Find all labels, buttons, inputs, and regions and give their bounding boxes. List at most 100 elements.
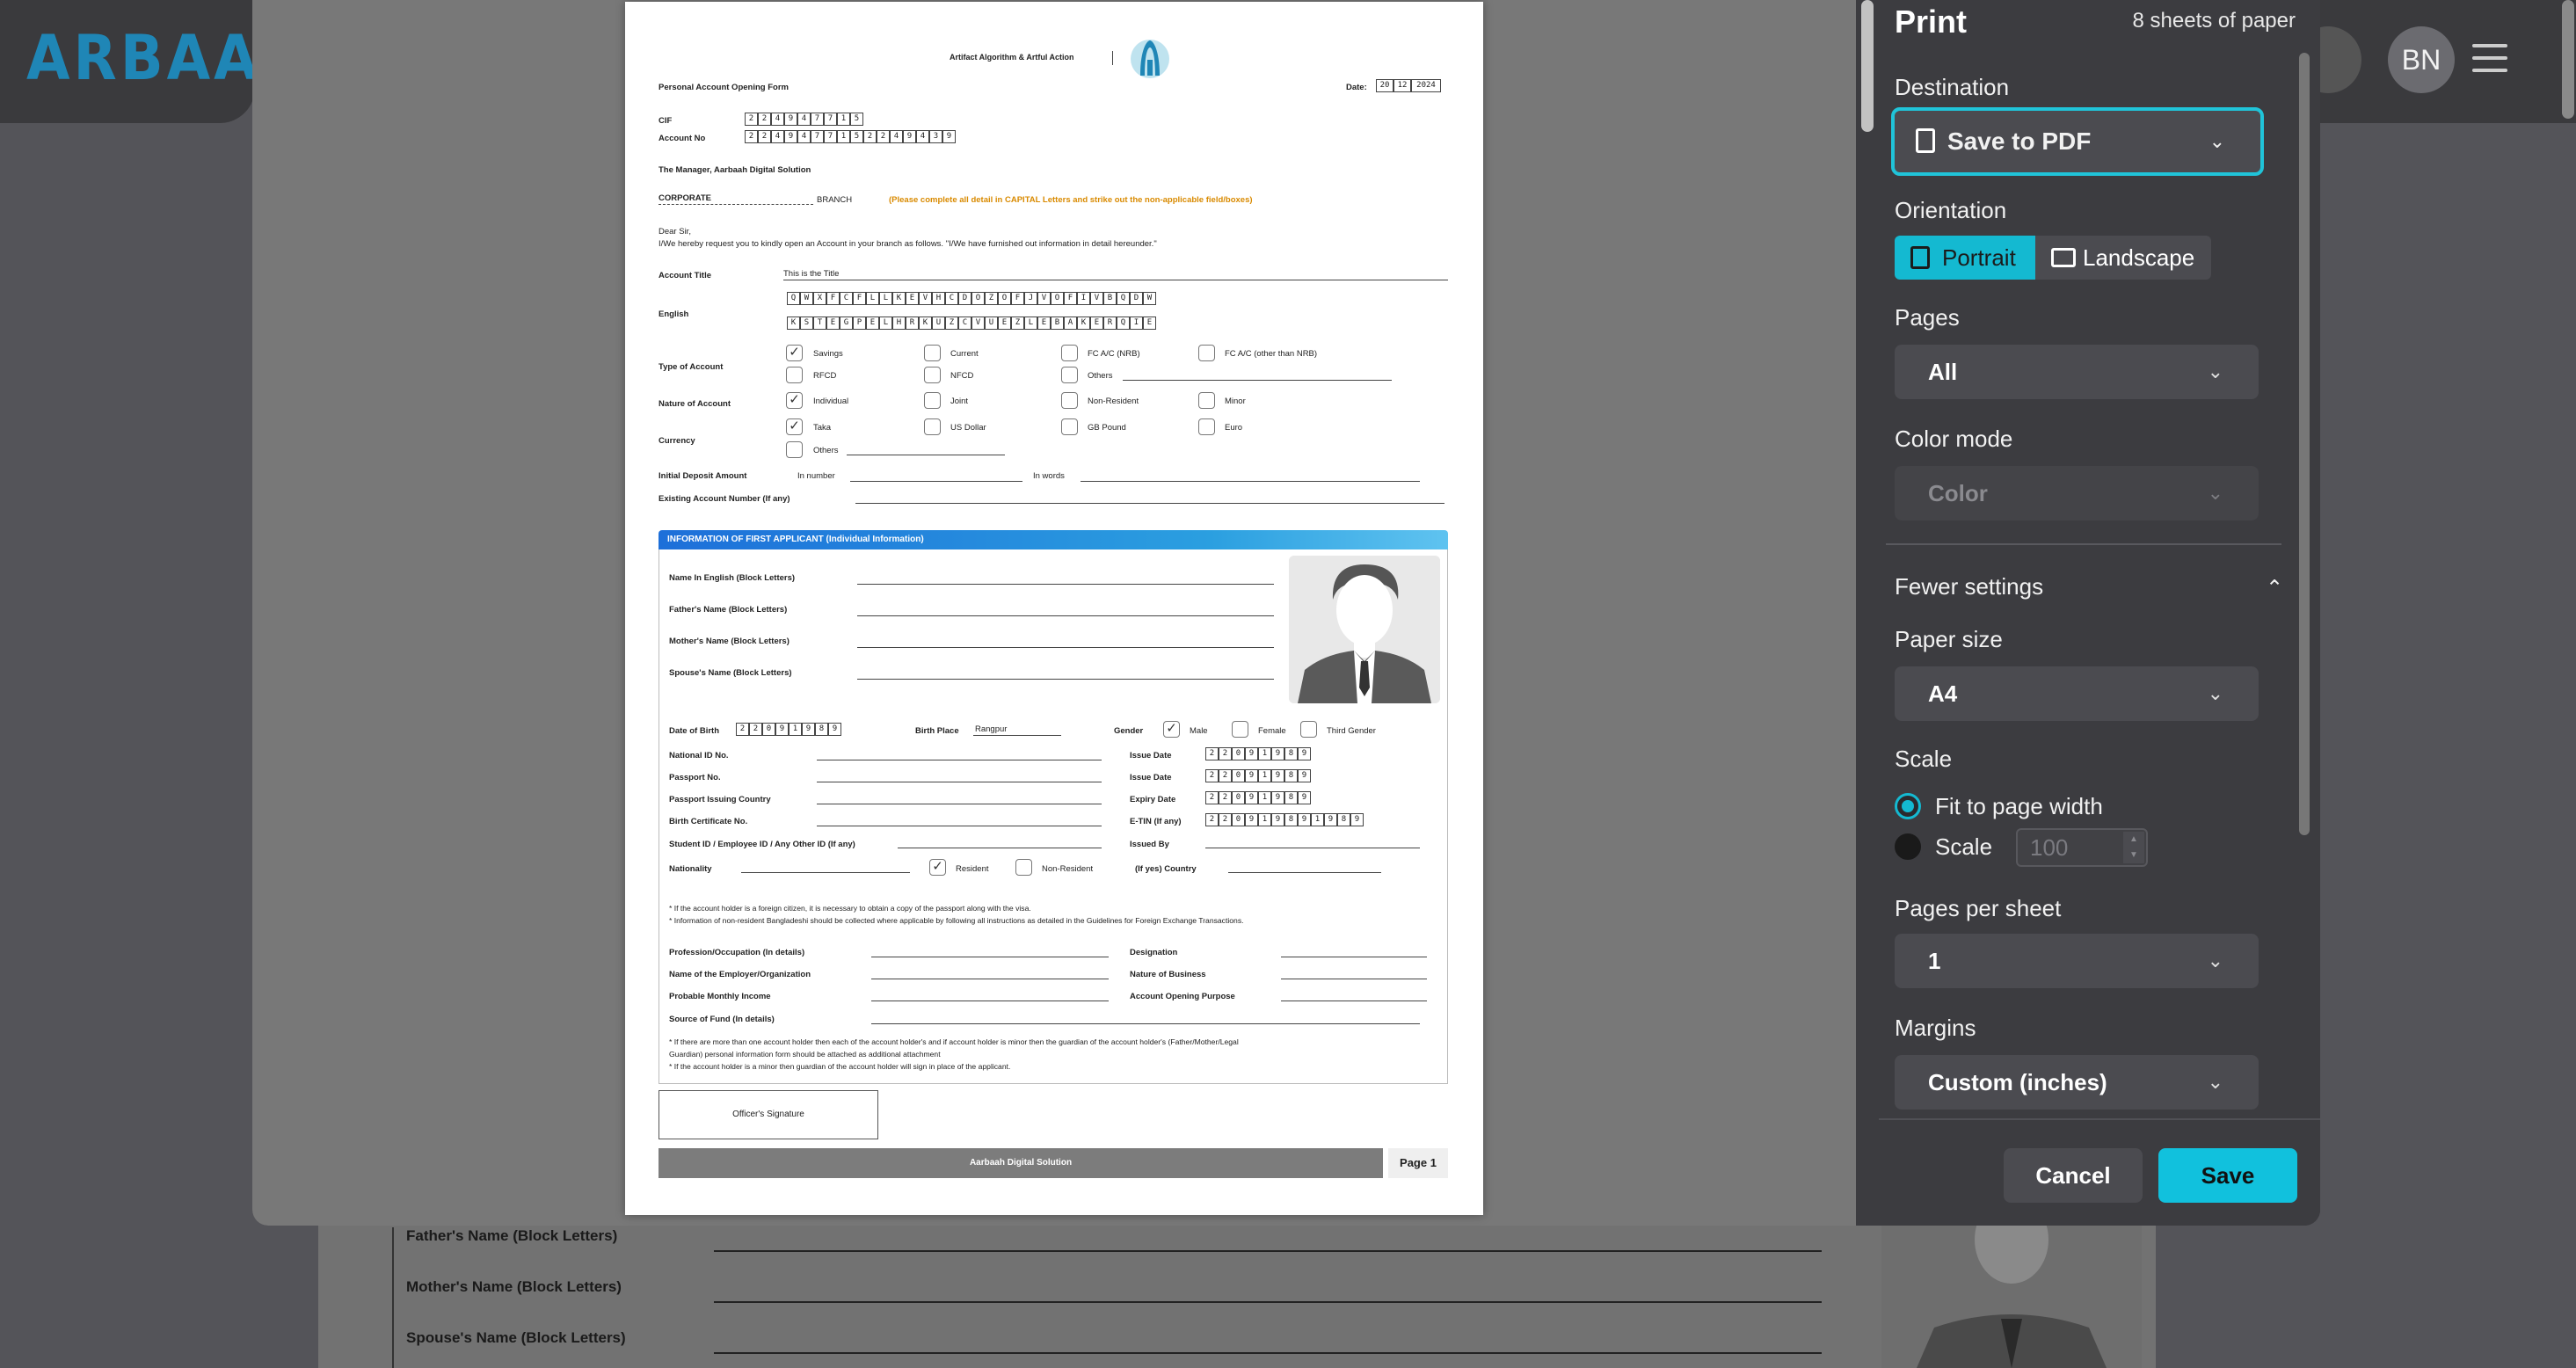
digit-box: 9 xyxy=(1245,747,1258,760)
digit-box: 2 xyxy=(863,130,877,143)
digit-box: K xyxy=(919,317,932,330)
spouses-name-label: Spouse's Name (Block Letters) xyxy=(669,668,792,678)
checkbox-third-gender[interactable] xyxy=(1300,721,1317,738)
digit-box: 1 xyxy=(1311,813,1324,826)
note-multiple-holders: * If there are more than one account hol… xyxy=(669,1037,1239,1046)
save-button[interactable]: Save xyxy=(2158,1148,2297,1203)
option-usd: US Dollar xyxy=(950,423,986,433)
digit-box: L xyxy=(1024,317,1037,330)
source-of-fund-label: Source of Fund (In details) xyxy=(669,1015,775,1024)
digit-box: 9 xyxy=(1324,813,1337,826)
expiry-date-label: Expiry Date xyxy=(1130,795,1176,804)
custom-scale-radio[interactable] xyxy=(1895,833,1921,860)
background-form: Father's Name (Block Letters) Mother's N… xyxy=(318,1213,2156,1368)
digit-box: 7 xyxy=(824,130,837,143)
digit-box: 3 xyxy=(929,130,942,143)
option-non-resident-nat: Non-Resident xyxy=(1042,864,1094,874)
digit-box: 9 xyxy=(1298,747,1311,760)
digit-box: 1 xyxy=(1258,769,1271,782)
checkbox-nfcd[interactable] xyxy=(924,367,941,383)
deposit-label: Initial Deposit Amount xyxy=(659,471,747,481)
digit-box: 2 xyxy=(736,723,749,736)
org-name: Artifact Algorithm & Artful Action xyxy=(950,53,1074,62)
hamburger-menu-icon[interactable] xyxy=(2472,44,2507,81)
checkbox-rfcd[interactable] xyxy=(786,367,803,383)
option-joint: Joint xyxy=(950,397,969,406)
checkbox-current[interactable] xyxy=(924,345,941,361)
checkbox-individual[interactable]: ✓ xyxy=(786,392,803,409)
digit-box: 4 xyxy=(771,113,784,126)
fit-to-width-radio[interactable] xyxy=(1895,793,1921,819)
portrait-icon xyxy=(1910,246,1930,269)
checkbox-fc-nrb[interactable] xyxy=(1061,345,1078,361)
digit-box: 2 xyxy=(745,130,758,143)
digit-box: V xyxy=(1037,292,1051,305)
manager-line: The Manager, Aarbaah Digital Solution xyxy=(659,165,811,175)
digit-box: 8 xyxy=(1284,791,1298,804)
checkbox-gbp[interactable] xyxy=(1061,418,1078,435)
fewer-settings-toggle[interactable]: Fewer settings xyxy=(1895,573,2043,600)
checkbox-joint[interactable] xyxy=(924,392,941,409)
digit-box: 9 xyxy=(1245,791,1258,804)
option-resident: Resident xyxy=(956,864,989,874)
employer-label: Name of the Employer/Organization xyxy=(669,970,811,979)
pages-select[interactable]: All ⌄ xyxy=(1895,345,2259,399)
issue-date-boxes-1: 22091989 xyxy=(1205,747,1311,760)
margins-select[interactable]: Custom (inches) ⌄ xyxy=(1895,1055,2259,1110)
digit-box: 2 xyxy=(1205,791,1219,804)
checkbox-non-resident-nat[interactable] xyxy=(1015,859,1032,876)
digit-box: 1 xyxy=(1258,813,1271,826)
checkbox-minor[interactable] xyxy=(1198,392,1215,409)
checkbox-others-currency[interactable] xyxy=(786,441,803,458)
checkbox-non-resident[interactable] xyxy=(1061,392,1078,409)
paper-size-select[interactable]: A4 ⌄ xyxy=(1895,666,2259,721)
chevron-up-icon[interactable]: ⌄ xyxy=(2266,573,2283,599)
option-individual: Individual xyxy=(813,397,849,406)
type-of-account-label: Type of Account xyxy=(659,362,724,372)
birth-place-label: Birth Place xyxy=(915,726,959,736)
digit-box: I xyxy=(1077,292,1090,305)
checkbox-fc-other[interactable] xyxy=(1198,345,1215,361)
settings-scrollbar[interactable] xyxy=(2299,53,2310,835)
cif-label: CIF xyxy=(659,116,673,126)
bg-mothers-name-label: Mother's Name (Block Letters) xyxy=(406,1278,622,1295)
landscape-button[interactable]: Landscape xyxy=(2035,236,2211,280)
footer-company: Aarbaah Digital Solution xyxy=(659,1148,1383,1178)
checkbox-euro[interactable] xyxy=(1198,418,1215,435)
digit-box: 1 xyxy=(837,113,850,126)
digit-box: W xyxy=(1143,292,1156,305)
chevron-down-icon: ⌄ xyxy=(2207,360,2223,382)
digit-box: C xyxy=(840,292,853,305)
checkbox-female[interactable] xyxy=(1232,721,1248,738)
nature-business-label: Nature of Business xyxy=(1130,970,1206,979)
checkbox-usd[interactable] xyxy=(924,418,941,435)
digit-box: 0 xyxy=(1232,747,1245,760)
digit-box: 2 xyxy=(1205,769,1219,782)
digit-box: 9 xyxy=(784,113,797,126)
digit-box: 7 xyxy=(811,130,824,143)
digit-box: F xyxy=(826,292,840,305)
digit-box: 2 xyxy=(1205,747,1219,760)
digit-box: C xyxy=(958,317,971,330)
cancel-button[interactable]: Cancel xyxy=(2004,1148,2143,1203)
checkbox-taka[interactable]: ✓ xyxy=(786,418,803,435)
checkbox-male[interactable]: ✓ xyxy=(1163,721,1180,738)
checkbox-others-type[interactable] xyxy=(1061,367,1078,383)
destination-select[interactable]: Save to PDF ⌄ xyxy=(1891,107,2264,176)
option-minor: Minor xyxy=(1225,397,1246,406)
option-fc-other: FC A/C (other than NRB) xyxy=(1225,349,1318,359)
digit-box: 9 xyxy=(1350,813,1364,826)
option-current: Current xyxy=(950,349,979,359)
checkbox-resident[interactable]: ✓ xyxy=(929,859,946,876)
scale-stepper[interactable]: ▲ ▼ xyxy=(2123,832,2144,863)
page-scrollbar[interactable] xyxy=(2562,0,2574,119)
portrait-button[interactable]: Portrait xyxy=(1895,236,2035,280)
preview-scrollbar[interactable] xyxy=(1861,0,1874,132)
digit-box: A xyxy=(1064,317,1077,330)
digit-box: 9 xyxy=(1271,791,1284,804)
avatar[interactable]: BN xyxy=(2388,26,2455,93)
margins-label: Margins xyxy=(1895,1015,1976,1041)
digit-box: D xyxy=(958,292,971,305)
checkbox-savings[interactable]: ✓ xyxy=(786,345,803,361)
pages-per-sheet-select[interactable]: 1 ⌄ xyxy=(1895,934,2259,988)
